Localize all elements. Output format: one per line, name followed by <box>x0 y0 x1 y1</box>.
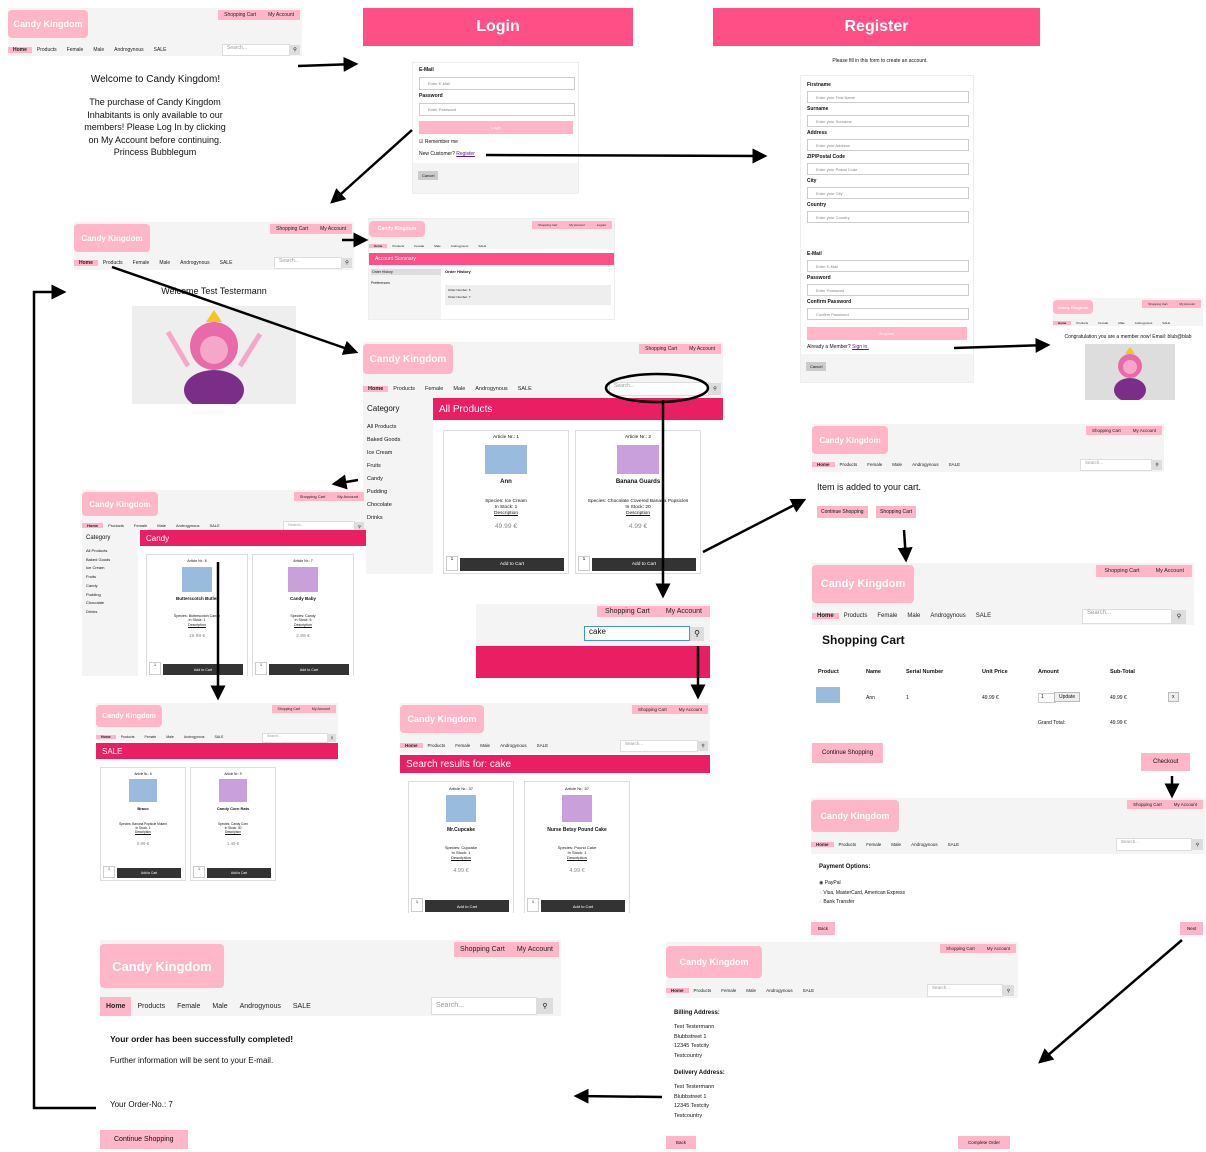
arrow <box>331 474 359 490</box>
arrow <box>953 337 1051 353</box>
arrow <box>32 284 96 1110</box>
flow-arrows <box>32 56 1183 1110</box>
arrow <box>573 1088 663 1104</box>
arrow <box>330 129 413 204</box>
search-highlight <box>604 372 710 404</box>
arrow <box>485 148 768 164</box>
arrow <box>702 498 807 554</box>
arrow <box>897 529 913 563</box>
arrow <box>297 56 359 72</box>
arrow <box>111 265 359 355</box>
arrow <box>1038 939 1183 1064</box>
